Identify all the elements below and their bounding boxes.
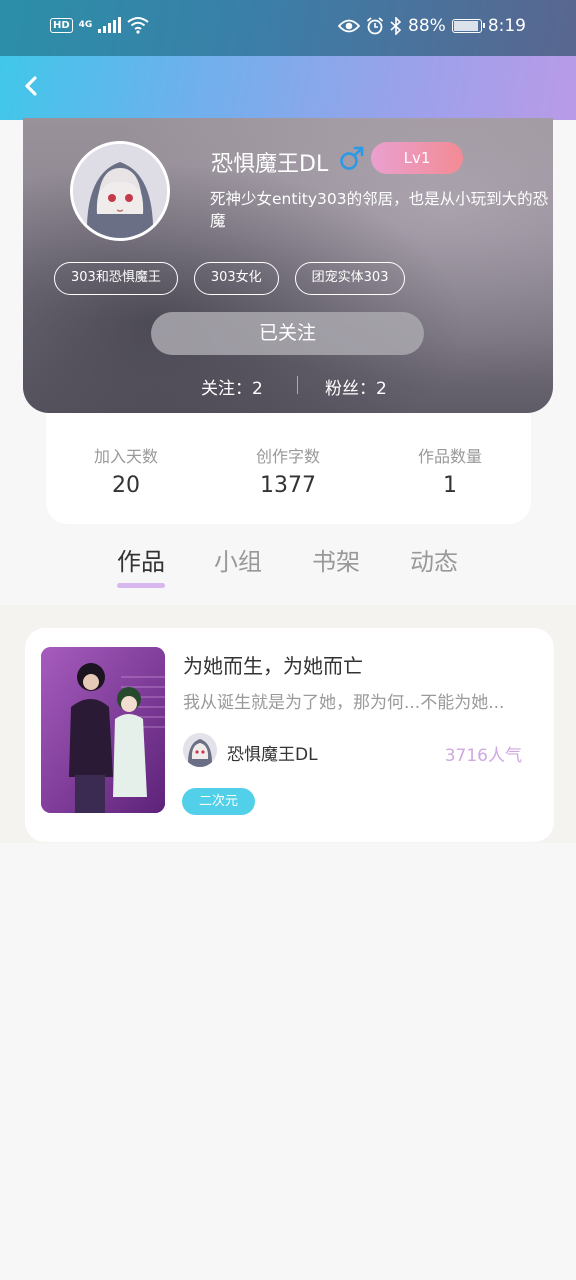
profile-tag[interactable]: 303和恐惧魔王 <box>54 262 178 295</box>
status-bar: HD 4G 88% 8:19 <box>0 0 576 56</box>
bio: 死神少女entity303的邻居，也是从小玩到大的恐魔 <box>210 190 549 230</box>
chevron-left-icon <box>25 76 37 96</box>
stat-value: 20 <box>112 473 140 498</box>
profile-tag[interactable]: 303女化 <box>193 262 279 295</box>
battery-icon <box>451 19 485 33</box>
clock: 8:19 <box>487 16 526 36</box>
tab-bar: 作品 小组 书架 动态 <box>0 540 576 600</box>
back-button[interactable] <box>18 72 46 100</box>
profile-card: 恐惧魔王DL Lv1 死神少女entity303的邻居，也是从小玩到大的恐魔 3… <box>23 118 553 413</box>
genre-tag[interactable]: 二次元 <box>182 788 255 815</box>
work-title[interactable]: 为她而生，为她而亡 <box>183 650 363 679</box>
stat-works-count: 作品数量 1 <box>370 443 530 498</box>
tab-works[interactable]: 作品 <box>117 542 165 577</box>
hd-indicator: HD <box>50 17 73 33</box>
stats-card: 加入天数 20 创作字数 1377 作品数量 1 <box>46 413 531 524</box>
avatar[interactable] <box>70 141 170 241</box>
tag-list: 303和恐惧魔王 303女化 团宠实体303 <box>54 262 406 295</box>
network-type: 4G <box>78 19 93 30</box>
author-name: 恐惧魔王DL <box>227 745 318 765</box>
level-badge: Lv1 <box>371 142 463 174</box>
signal-icon <box>98 17 122 33</box>
stat-label: 创作字数 <box>255 447 320 466</box>
eye-icon <box>338 19 361 33</box>
stat-label: 加入天数 <box>93 447 158 466</box>
popularity: 3716人气 <box>444 746 522 766</box>
stat-join-days: 加入天数 20 <box>46 443 206 498</box>
wifi-icon <box>127 17 149 34</box>
fans-count[interactable]: 粉丝：2 <box>325 374 387 399</box>
male-icon <box>340 146 364 170</box>
tab-groups[interactable]: 小组 <box>214 542 262 577</box>
stat-label: 作品数量 <box>417 447 482 466</box>
username: 恐惧魔王DL <box>211 152 329 177</box>
book-cover[interactable] <box>41 647 165 813</box>
alarm-icon <box>366 17 384 35</box>
tab-activity[interactable]: 动态 <box>410 542 458 577</box>
tab-indicator <box>117 583 165 588</box>
stat-word-count: 创作字数 1377 <box>208 443 368 498</box>
following-count[interactable]: 关注：2 <box>201 374 263 399</box>
bluetooth-icon <box>390 17 402 35</box>
stat-value: 1377 <box>260 473 316 498</box>
battery-percent: 88% <box>408 16 446 36</box>
work-card[interactable]: 为她而生，为她而亡 我从诞生就是为了她，那为何...不能为她... 恐惧魔王DL… <box>25 628 554 842</box>
profile-tag[interactable]: 团宠实体303 <box>294 262 406 295</box>
tab-bookshelf[interactable]: 书架 <box>312 542 360 577</box>
follow-button[interactable]: 已关注 <box>151 312 424 355</box>
divider <box>297 376 298 394</box>
author-avatar <box>183 733 217 767</box>
stat-value: 1 <box>443 473 457 498</box>
work-description: 我从诞生就是为了她，那为何...不能为她... <box>183 693 505 713</box>
